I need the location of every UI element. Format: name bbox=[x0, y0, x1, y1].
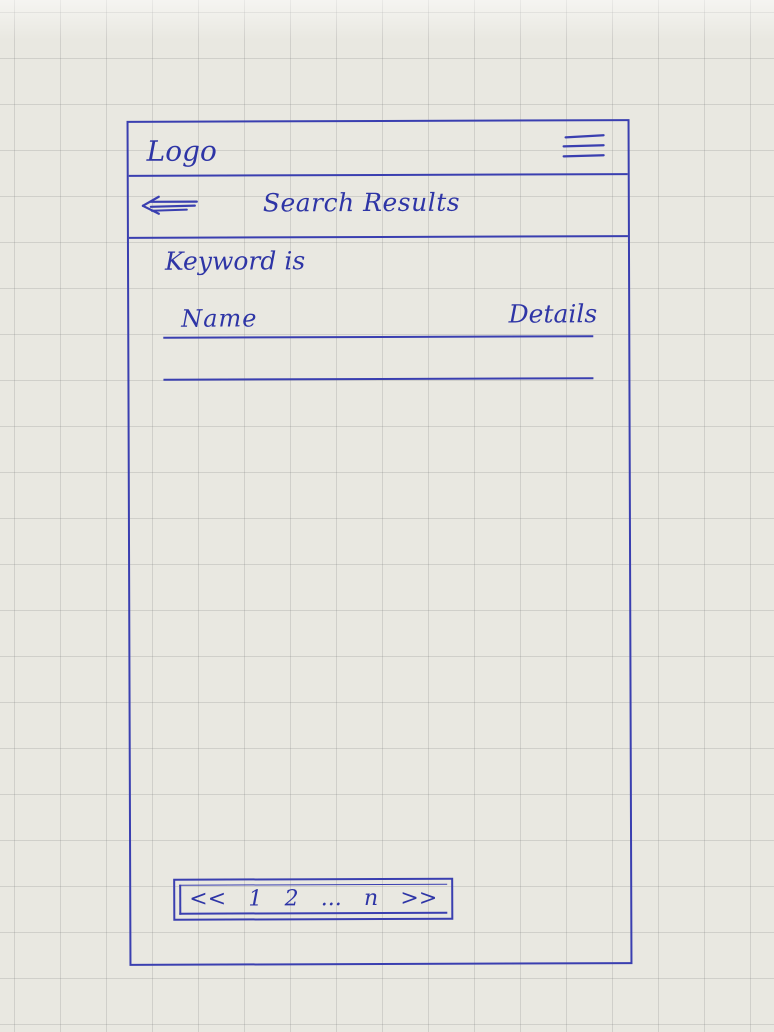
last-page-button[interactable]: >> bbox=[400, 885, 437, 910]
page-n-button[interactable]: n bbox=[364, 886, 378, 911]
top-bar: Logo bbox=[128, 121, 628, 177]
results-header: Name Details bbox=[163, 299, 597, 339]
logo[interactable]: Logo bbox=[147, 135, 217, 168]
keyword-label: Keyword is bbox=[164, 246, 306, 276]
pagination: << 1 2 ... n >> bbox=[173, 877, 454, 921]
column-header-details[interactable]: Details bbox=[509, 299, 598, 328]
paper-edge bbox=[0, 0, 774, 40]
first-page-button[interactable]: << bbox=[189, 886, 226, 911]
hamburger-menu-icon[interactable] bbox=[562, 133, 606, 163]
back-arrow-icon[interactable] bbox=[139, 193, 201, 219]
pagination-bar: << 1 2 ... n >> bbox=[179, 883, 448, 915]
page-1-button[interactable]: 1 bbox=[248, 886, 262, 911]
phone-frame: Logo Search Results Keyword is Name Deta… bbox=[126, 119, 633, 966]
table-row[interactable] bbox=[163, 339, 594, 381]
nav-bar: Search Results bbox=[128, 173, 628, 239]
page-ellipsis: ... bbox=[320, 885, 342, 911]
page-title: Search Results bbox=[262, 187, 461, 218]
column-header-name[interactable]: Name bbox=[181, 304, 257, 332]
page-2-button[interactable]: 2 bbox=[285, 886, 299, 911]
